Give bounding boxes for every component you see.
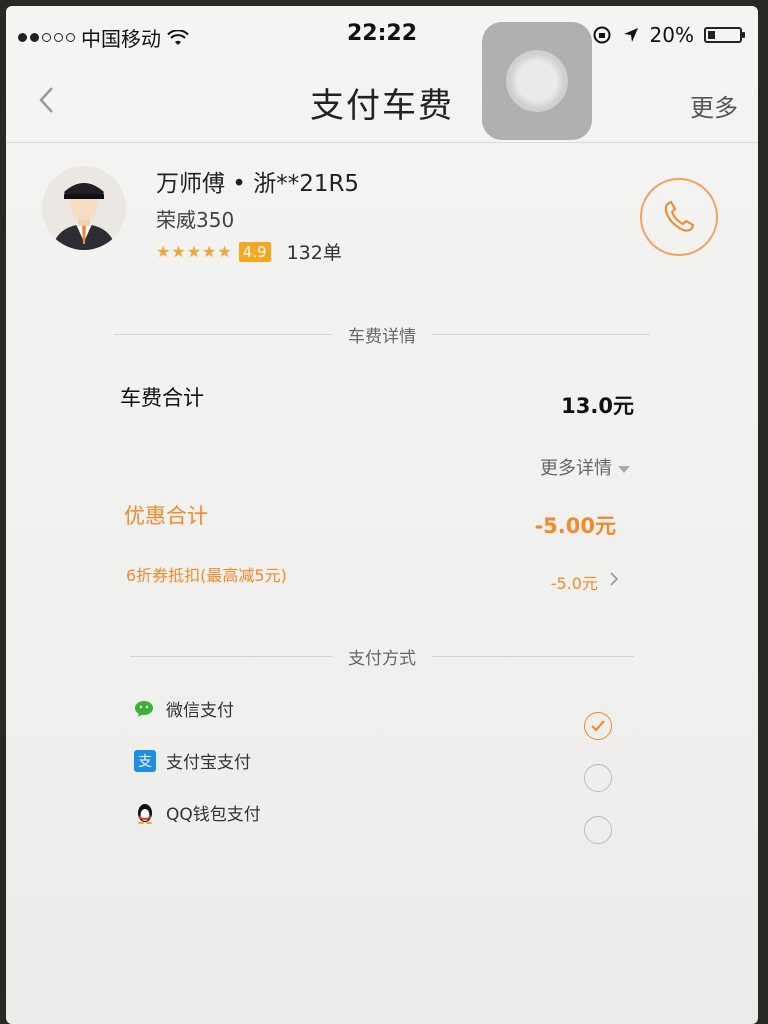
- driver-rating: ★★★★★ 4.9 132单: [156, 238, 342, 265]
- battery-percent: 20%: [649, 23, 694, 47]
- pay-method-label: 支付宝支付: [166, 753, 251, 773]
- payment-section-title: 支付方式: [348, 648, 416, 669]
- chevron-right-icon: [610, 572, 619, 586]
- order-count: 132单: [286, 242, 342, 264]
- checkmark-icon: [591, 720, 605, 732]
- pay-method-label: 微信支付: [166, 701, 234, 721]
- discount-total-label: 优惠合计: [124, 504, 208, 528]
- payment-section-divider: 支付方式: [130, 646, 634, 669]
- more-details-label: 更多详情: [540, 458, 612, 479]
- wechat-pay-radio[interactable]: [584, 712, 612, 740]
- qq-wallet-radio[interactable]: [584, 816, 612, 844]
- driver-avatar: [42, 166, 126, 250]
- qq-penguin-icon: [134, 802, 156, 824]
- call-driver-button[interactable]: [640, 178, 718, 256]
- alipay-radio[interactable]: [584, 764, 612, 792]
- status-bar: 中国移动 22:22 20%: [6, 6, 758, 64]
- payment-screen: 中国移动 22:22 20% 支付车费 更多 万师傅 • 浙**21R5 荣威3…: [6, 6, 758, 1024]
- driver-name-plate: 万师傅 • 浙**21R5: [156, 171, 360, 197]
- page-title: 支付车费: [310, 86, 454, 126]
- pay-method-alipay[interactable]: 支 支付宝支付: [134, 748, 251, 773]
- rotation-lock-icon: [593, 26, 611, 44]
- more-button[interactable]: 更多: [690, 88, 738, 123]
- coupon-label: 6折券抵扣(最高减5元): [126, 566, 287, 585]
- svg-text:支: 支: [138, 754, 152, 770]
- discount-total-value: -5.00元: [534, 514, 616, 538]
- fare-total-label: 车费合计: [120, 386, 204, 410]
- rating-score: 4.9: [238, 241, 271, 262]
- car-model: 荣威350: [156, 208, 235, 232]
- coupon-value: -5.0元: [550, 574, 598, 593]
- caret-down-icon: [618, 465, 630, 473]
- pay-method-label: QQ钱包支付: [166, 805, 261, 825]
- phone-icon: [664, 200, 695, 232]
- alipay-icon: 支: [134, 749, 156, 772]
- fare-section-title: 车费详情: [348, 326, 416, 347]
- navigation-bar: 支付车费 更多: [6, 64, 758, 143]
- fare-section-divider: 车费详情: [114, 324, 650, 347]
- assistive-touch-button[interactable]: [482, 22, 592, 140]
- wechat-icon: [134, 698, 156, 720]
- battery-icon: [704, 27, 745, 43]
- pay-method-qq[interactable]: QQ钱包支付: [134, 800, 261, 825]
- star-rating-icon: ★★★★★: [156, 242, 233, 261]
- pay-method-wechat[interactable]: 微信支付: [134, 696, 234, 721]
- driver-avatar-icon: [52, 183, 116, 250]
- more-details-toggle[interactable]: 更多详情: [540, 454, 630, 480]
- location-arrow-icon: [623, 28, 638, 42]
- fare-total-value: 13.0元: [561, 394, 634, 418]
